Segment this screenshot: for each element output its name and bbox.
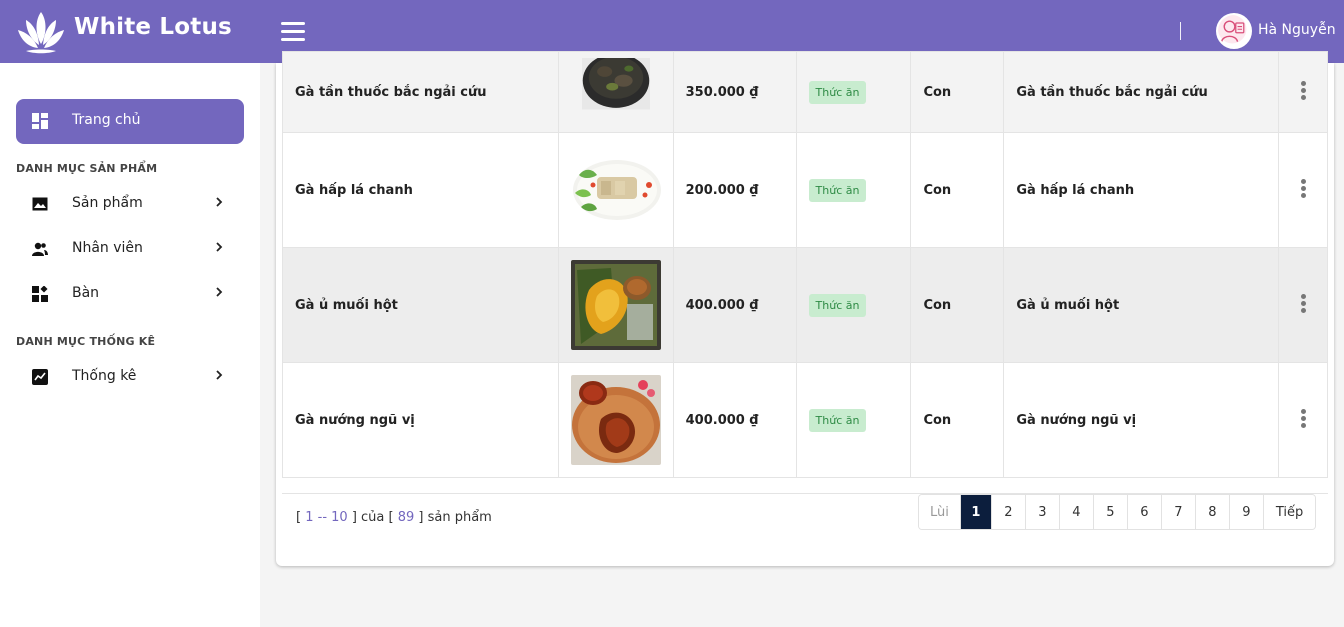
page-button-3[interactable]: 3 <box>1024 495 1059 529</box>
product-name: Gà tần thuốc bắc ngải cứu <box>282 51 559 133</box>
item-count: [ 1 -- 10 ] của [ 89 ] sản phẩm <box>296 510 492 525</box>
more-options-icon[interactable] <box>1300 79 1306 102</box>
sidebar-item-statistics[interactable]: Thống kê <box>16 357 244 397</box>
user-avatar[interactable] <box>1216 13 1252 49</box>
product-price: 400.000 ₫ <box>672 247 797 363</box>
range-text: 1 -- 10 <box>305 510 348 525</box>
page-button-4[interactable]: 4 <box>1058 495 1093 529</box>
users-icon <box>32 242 48 256</box>
more-options-icon[interactable] <box>1300 292 1306 315</box>
brand-name: White Lotus <box>74 14 232 40</box>
category-badge: Thức ăn <box>808 80 867 104</box>
sidebar-item-label: Sản phẩm <box>72 195 143 211</box>
page-button-7[interactable]: 7 <box>1160 495 1195 529</box>
chart-icon <box>32 369 48 385</box>
product-image <box>570 145 661 235</box>
product-price: 350.000 ₫ <box>672 51 797 133</box>
sidebar-item-tables[interactable]: Bàn <box>16 274 244 314</box>
next-page-button[interactable]: Tiếp <box>1262 495 1316 529</box>
sidebar-item-products[interactable]: Sản phẩm <box>16 184 244 224</box>
chevron-right-icon <box>216 287 223 297</box>
sidebar-item-staff[interactable]: Nhân viên <box>16 229 244 269</box>
product-description: Gà nướng ngũ vị <box>1003 362 1279 478</box>
table-row: Gà tần thuốc bắc ngải cứu 350.000 ₫ Thức… <box>282 51 1328 133</box>
product-image <box>581 58 650 110</box>
product-name: Gà ủ muối hột <box>282 247 559 363</box>
pagination: Lùi 1 2 3 4 5 6 7 8 9 Tiếp <box>918 494 1317 530</box>
product-image <box>570 260 661 350</box>
page-button-6[interactable]: 6 <box>1126 495 1161 529</box>
chevron-right-icon <box>216 242 223 252</box>
sidebar: Trang chủ DANH MỤC SẢN PHẨM Sản phẩm Nhâ… <box>0 63 260 627</box>
more-options-icon[interactable] <box>1300 177 1306 200</box>
product-table: Gà tần thuốc bắc ngải cứu 350.000 ₫ Thức… <box>282 51 1328 478</box>
lotus-logo-icon <box>18 12 64 54</box>
menu-toggle-icon[interactable] <box>281 22 305 41</box>
category-badge: Thức ăn <box>808 293 867 317</box>
product-description: Gà ủ muối hột <box>1003 247 1279 363</box>
header-divider <box>1180 22 1181 40</box>
section-title-stats: DANH MỤC THỐNG KÊ <box>16 335 156 348</box>
tables-icon <box>32 286 48 302</box>
user-name[interactable]: Hà Nguyễn <box>1258 22 1336 38</box>
page-button-1[interactable]: 1 <box>959 495 991 529</box>
product-price: 200.000 ₫ <box>672 132 797 248</box>
total-count: 89 <box>397 510 415 525</box>
sidebar-item-label: Thống kê <box>72 368 137 384</box>
page-button-2[interactable]: 2 <box>990 495 1025 529</box>
table-row: Gà hấp lá chanh 200.000 ₫ Thức ăn Con Gà… <box>282 132 1328 248</box>
product-unit: Con <box>910 51 1005 133</box>
category-badge: Thức ăn <box>808 178 867 202</box>
table-row: Gà ủ muối hột 400.000 ₫ Thức ăn Con Gà ủ… <box>282 247 1328 363</box>
range-close: ] sản phẩm <box>414 510 492 525</box>
product-list-card: Gà tần thuốc bắc ngải cứu 350.000 ₫ Thức… <box>276 51 1334 566</box>
chevron-right-icon <box>216 197 223 207</box>
chevron-right-icon <box>216 370 223 380</box>
image-icon <box>32 197 48 211</box>
product-description: Gà hấp lá chanh <box>1003 132 1279 248</box>
more-options-icon[interactable] <box>1300 407 1306 430</box>
dashboard-icon <box>32 113 48 129</box>
product-unit: Con <box>910 247 1005 363</box>
range-mid: ] của [ <box>347 510 398 525</box>
product-name: Gà nướng ngũ vị <box>282 362 559 478</box>
product-name: Gà hấp lá chanh <box>282 132 559 248</box>
page-button-9[interactable]: 9 <box>1228 495 1263 529</box>
prev-page-button[interactable]: Lùi <box>919 495 960 529</box>
page-button-5[interactable]: 5 <box>1092 495 1127 529</box>
table-row: Gà nướng ngũ vị 400.000 ₫ Thức ăn Con Gà… <box>282 362 1328 478</box>
category-badge: Thức ăn <box>808 408 867 432</box>
product-description: Gà tần thuốc bắc ngải cứu <box>1003 51 1279 133</box>
page-button-8[interactable]: 8 <box>1194 495 1229 529</box>
sidebar-item-home[interactable]: Trang chủ <box>16 99 244 144</box>
product-price: 400.000 ₫ <box>672 362 797 478</box>
sidebar-item-label: Nhân viên <box>72 240 143 256</box>
range-open: [ <box>296 510 306 525</box>
product-image <box>570 375 661 465</box>
sidebar-item-label: Bàn <box>72 285 100 301</box>
product-unit: Con <box>910 362 1005 478</box>
sidebar-item-label: Trang chủ <box>72 112 141 128</box>
product-unit: Con <box>910 132 1005 248</box>
section-title-products: DANH MỤC SẢN PHẨM <box>16 162 158 175</box>
